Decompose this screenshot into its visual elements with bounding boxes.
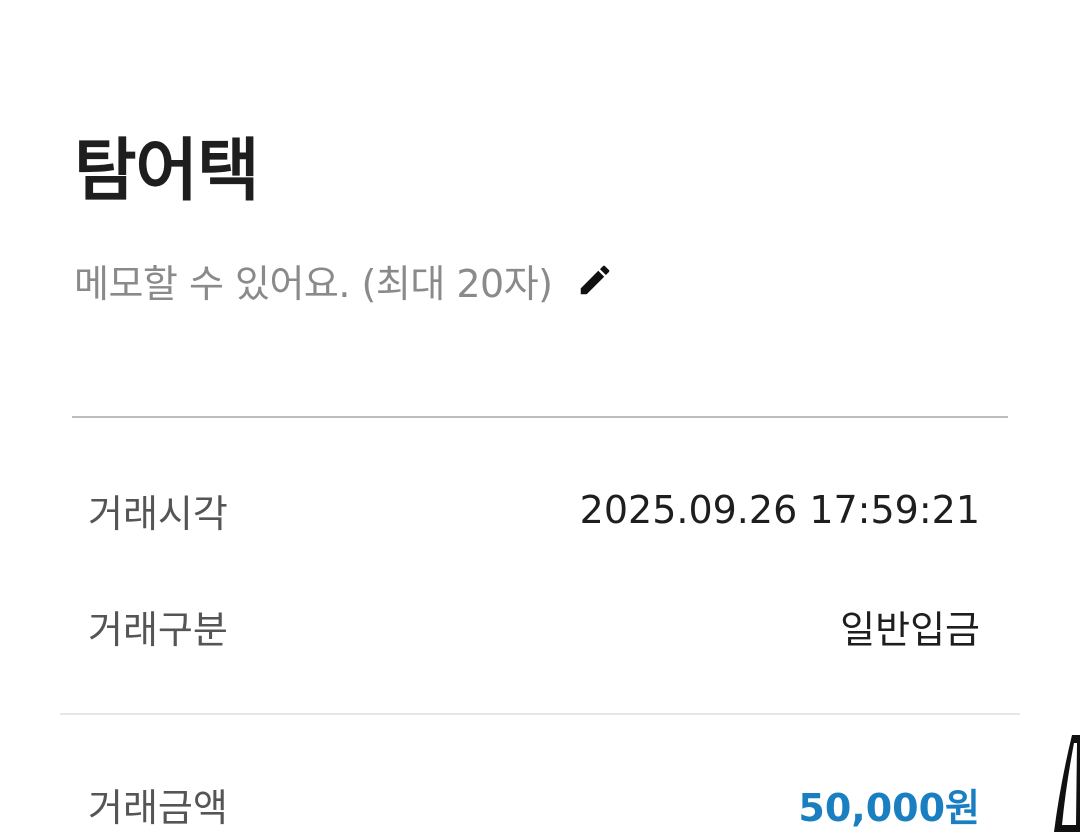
transaction-time-label: 거래시각 [88, 491, 228, 536]
transaction-amount-value: 50,000원 [798, 785, 980, 830]
memo-row[interactable]: 메모할 수 있어요. (최대 20자) [74, 252, 615, 308]
edge-overlay-shape [1054, 735, 1080, 832]
pencil-icon[interactable] [575, 260, 615, 300]
transaction-type-value: 일반입금 [840, 607, 980, 652]
transaction-time-row: 거래시각 2025.09.26 17:59:21 [88, 480, 980, 540]
transaction-type-label: 거래구분 [88, 607, 228, 652]
transaction-amount-row: 거래금액 50,000원 [88, 774, 980, 834]
transaction-type-row: 거래구분 일반입금 [88, 596, 980, 656]
page-title: 탐어택 [74, 132, 260, 211]
section-divider [72, 416, 1008, 418]
memo-placeholder[interactable]: 메모할 수 있어요. (최대 20자) [74, 253, 553, 308]
row-divider [60, 713, 1020, 715]
transaction-amount-label: 거래금액 [88, 785, 228, 830]
transaction-time-value: 2025.09.26 17:59:21 [579, 488, 980, 532]
